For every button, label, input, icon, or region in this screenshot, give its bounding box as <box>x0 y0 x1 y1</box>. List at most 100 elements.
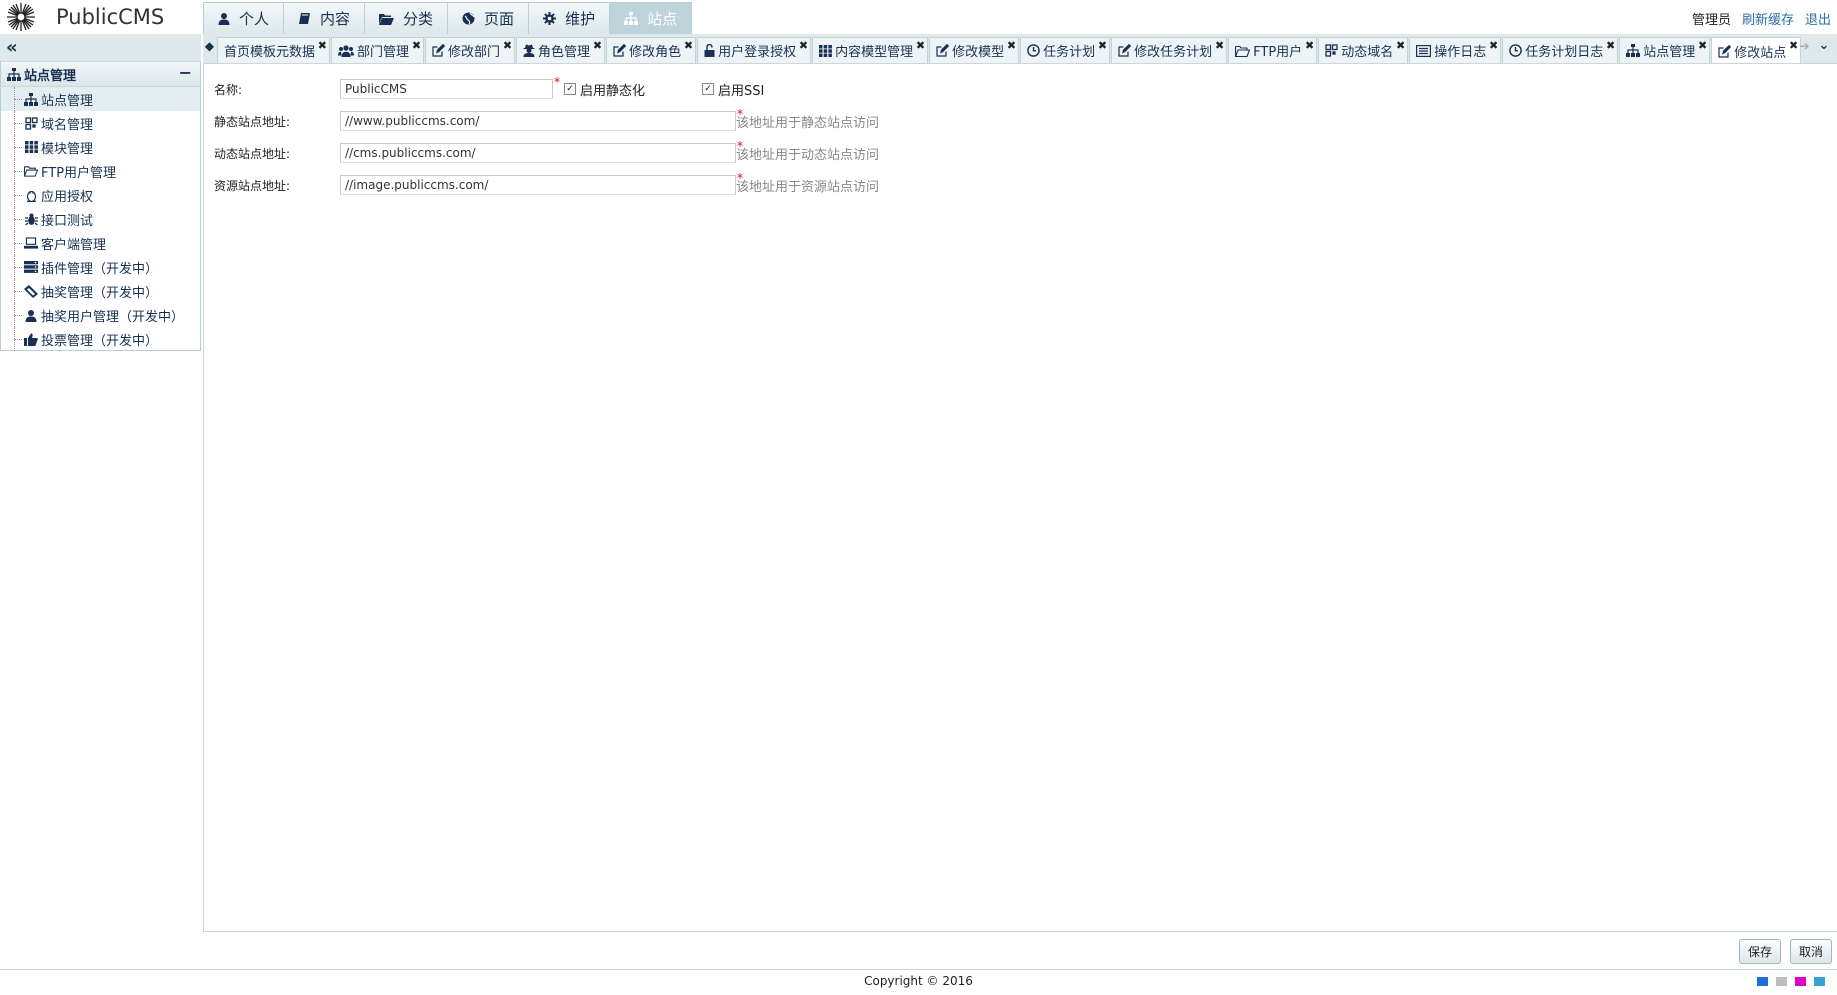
top-menu-item-2[interactable]: 分类 <box>364 2 449 34</box>
theme-swatch-1[interactable] <box>1776 977 1787 986</box>
top-menu-item-1[interactable]: 内容 <box>283 2 366 34</box>
sidebar-item-label: 接口测试 <box>41 213 94 229</box>
collapse-icon[interactable]: − <box>179 63 192 82</box>
tab-9[interactable]: 修改任务计划 ✖ <box>1111 37 1228 63</box>
close-icon[interactable]: ✖ <box>1396 39 1405 52</box>
sidebar-item-label: 插件管理（开发中） <box>41 261 159 277</box>
resource-url-hint: 该地址用于资源站点访问 <box>736 179 880 195</box>
close-icon[interactable]: ✖ <box>1215 39 1224 52</box>
theme-switcher <box>1757 977 1825 986</box>
tab-label: 修改模型 <box>952 45 1005 60</box>
close-icon[interactable]: ✖ <box>1098 39 1107 52</box>
close-icon[interactable]: ✖ <box>1489 39 1498 52</box>
sidebar-item-6[interactable]: 客户端管理 <box>1 231 200 255</box>
tab-13[interactable]: 任务计划日志 ✖ <box>1502 37 1619 63</box>
close-icon[interactable]: ✖ <box>1698 39 1707 52</box>
tab-scroll-right-icon[interactable]: ➔ <box>1798 39 1811 59</box>
sidebar-item-label: 模块管理 <box>41 141 94 157</box>
sidebar-item-label: 应用授权 <box>41 189 94 205</box>
tab-4[interactable]: 修改角色 ✖ <box>606 37 697 63</box>
folder-icon <box>24 164 38 178</box>
sidebar-tree: 站点管理 域名管理模块管理 FTP用户管理应用授权接口测试客户端管理插件管理（开发中… <box>1 87 200 351</box>
theme-swatch-2[interactable] <box>1795 977 1806 986</box>
close-icon[interactable]: ✖ <box>916 39 925 52</box>
tab-8[interactable]: 任务计划 ✖ <box>1020 37 1111 63</box>
tab-list-dropdown-icon[interactable]: ⌄ <box>1815 38 1833 58</box>
resource-url-input[interactable]: //image.publiccms.com/ * <box>340 171 743 195</box>
tab-label: FTP用户 <box>1253 45 1303 60</box>
close-icon[interactable]: ✖ <box>1007 39 1016 52</box>
ssi-checkbox[interactable]: ✓ <box>702 83 715 95</box>
static-url-input[interactable]: //www.publiccms.com/ * <box>340 107 743 131</box>
tab-6[interactable]: 内容模型管理 ✖ <box>812 37 929 63</box>
theme-swatch-0[interactable] <box>1757 977 1768 986</box>
sidebar-item-10[interactable]: 投票管理（开发中） <box>1 327 200 351</box>
dynamic-url-input[interactable]: //cms.publiccms.com/ * <box>340 139 743 163</box>
thumbs-up-icon <box>24 332 38 346</box>
tab-5[interactable]: 用户登录授权 ✖ <box>697 37 812 63</box>
top-menu-label: 内容 <box>320 10 351 28</box>
top-menu-item-4[interactable]: 维护 <box>528 2 611 34</box>
bug-icon <box>24 212 38 226</box>
tab-11[interactable]: 动态域名 ✖ <box>1318 37 1409 63</box>
tab-12[interactable]: 操作日志 ✖ <box>1409 37 1502 63</box>
top-menu-item-5[interactable]: 站点 <box>609 2 693 34</box>
close-icon[interactable]: ✖ <box>1606 39 1615 52</box>
sidebar-panel-header[interactable]: 站点管理 − <box>1 62 200 87</box>
unlock-icon <box>704 44 715 57</box>
close-icon[interactable]: ✖ <box>412 39 421 52</box>
sidebar-item-9[interactable]: 抽奖用户管理（开发中） <box>1 303 200 327</box>
close-icon[interactable]: ✖ <box>799 39 808 52</box>
static-url-hint: 该地址用于静态站点访问 <box>736 115 880 131</box>
logout-link[interactable]: 退出 <box>1805 9 1831 28</box>
sitemap-icon <box>1626 44 1641 57</box>
tab-2[interactable]: 修改部门 ✖ <box>425 37 516 63</box>
sidebar-item-7[interactable]: 插件管理（开发中） <box>1 255 200 279</box>
top-menu-item-3[interactable]: 页面 <box>447 2 530 34</box>
top-menu-item-0[interactable]: 个人 <box>203 2 285 34</box>
save-button[interactable]: 保存 <box>1738 939 1781 964</box>
sidebar-item-0[interactable]: 站点管理 <box>1 87 200 111</box>
globe-icon <box>462 12 480 25</box>
top-menu-label: 分类 <box>403 10 434 28</box>
logo[interactable]: PublicCMS <box>4 2 164 32</box>
form-row-dynamic-url: 动态站点地址: //cms.publiccms.com/ * 该地址用于动态站点… <box>214 139 879 163</box>
qrcode-icon <box>24 116 38 130</box>
tab-10[interactable]: FTP用户 ✖ <box>1228 37 1318 63</box>
static-checkbox[interactable]: ✓ <box>564 83 576 95</box>
sidebar-item-8[interactable]: 抽奖管理（开发中） <box>1 279 200 303</box>
refresh-cache-link[interactable]: 刷新缓存 <box>1742 9 1794 28</box>
tab-0[interactable]: 首页模板元数据 ✖ <box>217 37 331 63</box>
sidebar-item-5[interactable]: 接口测试 <box>1 207 200 231</box>
close-icon[interactable]: ✖ <box>503 39 512 52</box>
logo-icon <box>7 3 35 31</box>
double-chevron-left-icon[interactable]: « <box>6 37 18 58</box>
tab-3[interactable]: 角色管理 ✖ <box>516 37 606 63</box>
tab-14[interactable]: 站点管理 ✖ <box>1619 37 1711 63</box>
sidebar-item-2[interactable]: 模块管理 <box>1 135 200 159</box>
sidebar-panel: 站点管理 − 站点管理 域名管理模块管理 FTP用户管理应用授权接口测试客户端管理插… <box>0 62 201 351</box>
sidebar-item-label: 抽奖管理（开发中） <box>41 285 159 301</box>
close-icon[interactable]: ✖ <box>1789 39 1798 52</box>
theme-swatch-3[interactable] <box>1814 977 1825 986</box>
cancel-button[interactable]: 取消 <box>1789 939 1832 964</box>
grid-icon <box>819 44 832 57</box>
close-icon[interactable]: ✖ <box>684 39 693 52</box>
tab-scroll-left-icon[interactable]: ◆ <box>203 39 216 59</box>
name-input[interactable]: PublicCMS * <box>340 75 560 99</box>
static-checkbox-row[interactable]: ✓ 启用静态化 <box>564 80 645 99</box>
tab-1[interactable]: 部门管理 ✖ <box>331 37 425 63</box>
sidebar-item-4[interactable]: 应用授权 <box>1 183 200 207</box>
ssi-checkbox-row[interactable]: ✓ 启用SSI <box>702 80 764 99</box>
tab-15[interactable]: 修改站点 ✖ <box>1711 37 1802 63</box>
close-icon[interactable]: ✖ <box>1305 39 1314 52</box>
close-icon[interactable]: ✖ <box>318 39 327 52</box>
sidebar-item-1[interactable]: 域名管理 <box>1 111 200 135</box>
tab-7[interactable]: 修改模型 ✖ <box>929 37 1020 63</box>
form-row-resource-url: 资源站点地址: //image.publiccms.com/ * 该地址用于资源… <box>214 171 880 195</box>
sidebar-item-3[interactable]: FTP用户管理 <box>1 159 200 183</box>
close-icon[interactable]: ✖ <box>593 39 602 52</box>
edit-icon <box>936 44 950 57</box>
top-menu-label: 站点 <box>647 10 678 28</box>
header: PublicCMS 个人 内容 分类 页面 维护 站点 管理员 刷新缓存 退出 <box>0 0 1837 34</box>
